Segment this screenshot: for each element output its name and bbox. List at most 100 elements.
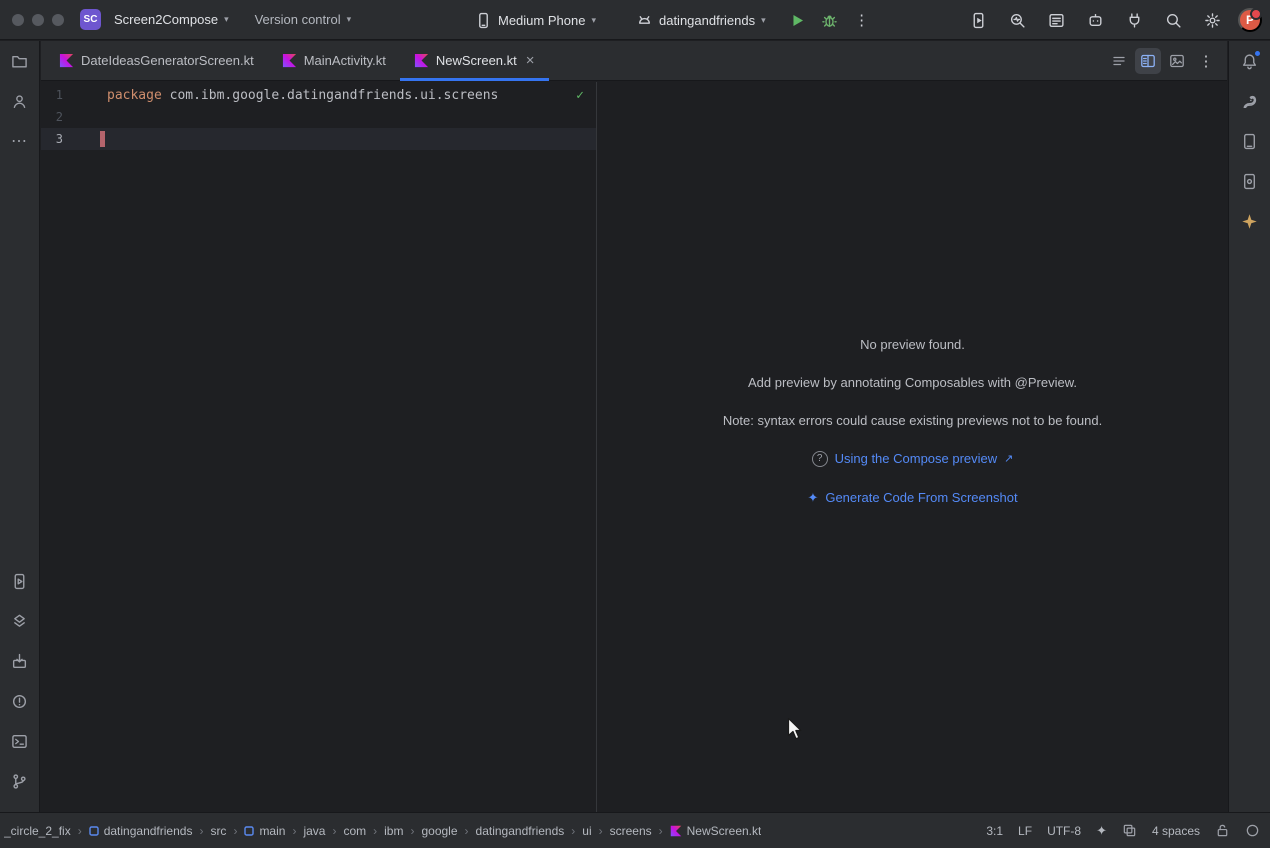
version-control-label: Version control (255, 12, 341, 27)
breadcrumb-item[interactable]: google (421, 824, 457, 838)
breadcrumb-item[interactable]: src (210, 824, 226, 838)
code-line-current[interactable]: 3 (41, 128, 596, 150)
help-icon: ? (812, 451, 828, 467)
run-configuration-button[interactable]: datingandfriends ▾ (629, 7, 773, 34)
running-devices-tool-button[interactable] (6, 567, 34, 595)
kebab-icon: ⋮ (854, 11, 869, 29)
device-selector-button[interactable]: Medium Phone ▾ (468, 7, 603, 34)
more-tool-windows-button[interactable]: ⋯ (6, 127, 34, 155)
build-variants-tool-button[interactable] (6, 607, 34, 635)
settings-button[interactable] (1199, 7, 1225, 33)
titlebar-actions: P (965, 0, 1262, 40)
caret-position-widget[interactable]: 3:1 (986, 824, 1003, 838)
terminal-tool-button[interactable] (6, 727, 34, 755)
app-badge: SC (80, 9, 101, 30)
ai-sparkle-icon[interactable]: ✦ (1096, 823, 1107, 839)
split-view-icon (1140, 53, 1156, 69)
stacked-squares-icon[interactable] (1122, 823, 1137, 838)
breadcrumb-label: datingandfriends (476, 824, 565, 838)
breadcrumb-item[interactable]: datingandfriends (476, 824, 565, 838)
commit-tool-button[interactable] (6, 87, 34, 115)
device-gear-icon (1241, 173, 1258, 190)
device-folder-icon (1241, 133, 1258, 150)
breadcrumb-separator-icon: › (292, 824, 296, 838)
code-text: package com.ibm.google.datingandfriends.… (63, 88, 498, 103)
editor-options-button[interactable]: ⋮ (1193, 48, 1219, 74)
indent-widget[interactable]: 4 spaces (1152, 824, 1200, 838)
generate-code-link[interactable]: ✦ Generate Code From Screenshot (807, 490, 1017, 506)
preview-empty-state: No preview found. Add preview by annotat… (723, 337, 1102, 506)
running-devices-button[interactable] (965, 7, 991, 33)
notifications-button[interactable] (1236, 47, 1264, 75)
user-avatar[interactable]: P (1238, 8, 1262, 32)
line-number: 1 (41, 88, 63, 102)
inspections-ok-icon[interactable]: ✓ (576, 88, 584, 103)
breadcrumb-item[interactable]: _circle_2_fix (4, 824, 71, 838)
breadcrumb-item[interactable]: ibm (384, 824, 403, 838)
run-config-label: datingandfriends (659, 13, 755, 28)
editor-tabbar: DateIdeasGeneratorScreen.kt MainActivity… (41, 41, 1227, 81)
run-button[interactable] (785, 7, 811, 33)
git-branch-icon (11, 773, 28, 790)
breadcrumb-separator-icon: › (659, 824, 663, 838)
info-circle-icon[interactable] (1245, 823, 1260, 838)
device-manager-tool-button[interactable] (1236, 167, 1264, 195)
code-line[interactable]: 2 (41, 106, 596, 128)
minimize-window-button[interactable] (32, 14, 44, 26)
kebab-icon: ⋮ (1199, 52, 1214, 70)
search-everywhere-button[interactable] (1160, 7, 1186, 33)
avatar-initial: P (1246, 13, 1254, 27)
device-explorer-tool-button[interactable] (1236, 127, 1264, 155)
breadcrumb-item[interactable]: screens (610, 824, 652, 838)
encoding-widget[interactable]: UTF-8 (1047, 824, 1081, 838)
project-name: Screen2Compose (114, 12, 218, 27)
tab-mainactivity[interactable]: MainActivity.kt (268, 41, 400, 80)
close-window-button[interactable] (12, 14, 24, 26)
ellipsis-icon: ⋯ (11, 131, 28, 151)
code-view-button[interactable] (1106, 48, 1132, 74)
gradle-tool-button[interactable] (1236, 87, 1264, 115)
zoom-window-button[interactable] (52, 14, 64, 26)
project-selector-button[interactable]: Screen2Compose ▾ (107, 7, 236, 32)
code-editor[interactable]: 1 package com.ibm.google.datingandfriend… (41, 82, 597, 812)
project-tool-button[interactable] (6, 47, 34, 75)
gemini-tool-button[interactable] (1236, 207, 1264, 235)
breadcrumb-item[interactable]: datingandfriends (89, 824, 193, 838)
split-view-button[interactable] (1135, 48, 1161, 74)
breadcrumb-label: google (421, 824, 457, 838)
problems-tool-button[interactable] (6, 687, 34, 715)
breadcrumb-item[interactable]: NewScreen.kt (670, 824, 762, 838)
breadcrumb-item[interactable]: com (343, 824, 366, 838)
design-view-icon (1169, 53, 1185, 69)
tab-dateideasgeneratorscreen[interactable]: DateIdeasGeneratorScreen.kt (45, 41, 268, 80)
statusbar: _circle_2_fix › datingandfriends › src › main ›… (0, 812, 1270, 848)
design-view-button[interactable] (1164, 48, 1190, 74)
debug-button[interactable] (817, 7, 843, 33)
preview-message-title: No preview found. (860, 337, 965, 352)
notification-dot (1254, 50, 1261, 57)
unlock-icon[interactable] (1215, 823, 1230, 838)
profiler-button[interactable] (1004, 7, 1030, 33)
more-run-actions-button[interactable]: ⋮ (849, 7, 875, 33)
close-tab-icon[interactable]: × (526, 52, 535, 69)
breadcrumb-item[interactable]: java (303, 824, 325, 838)
version-control-menu-button[interactable]: Version control ▾ (248, 7, 359, 32)
breadcrumb-item[interactable]: main (244, 824, 285, 838)
device-mirror-icon (970, 12, 987, 29)
code-line[interactable]: 1 package com.ibm.google.datingandfriend… (41, 84, 596, 106)
plugins-button[interactable] (1121, 7, 1147, 33)
assistant-button[interactable] (1082, 7, 1108, 33)
line-separator-widget[interactable]: LF (1018, 824, 1032, 838)
breadcrumb-separator-icon: › (233, 824, 237, 838)
android-icon (636, 12, 653, 29)
version-control-tool-button[interactable] (6, 767, 34, 795)
kotlin-file-icon (414, 53, 429, 68)
breadcrumb-label: java (303, 824, 325, 838)
tab-newscreen[interactable]: NewScreen.kt × (400, 41, 549, 80)
app-inspection-tool-button[interactable] (6, 647, 34, 675)
breadcrumb-item[interactable]: ui (582, 824, 591, 838)
breadcrumb-separator-icon: › (571, 824, 575, 838)
logcat-button[interactable] (1043, 7, 1069, 33)
compose-preview-help-link[interactable]: ? Using the Compose preview ↗ (812, 451, 1014, 467)
play-icon (789, 12, 806, 29)
